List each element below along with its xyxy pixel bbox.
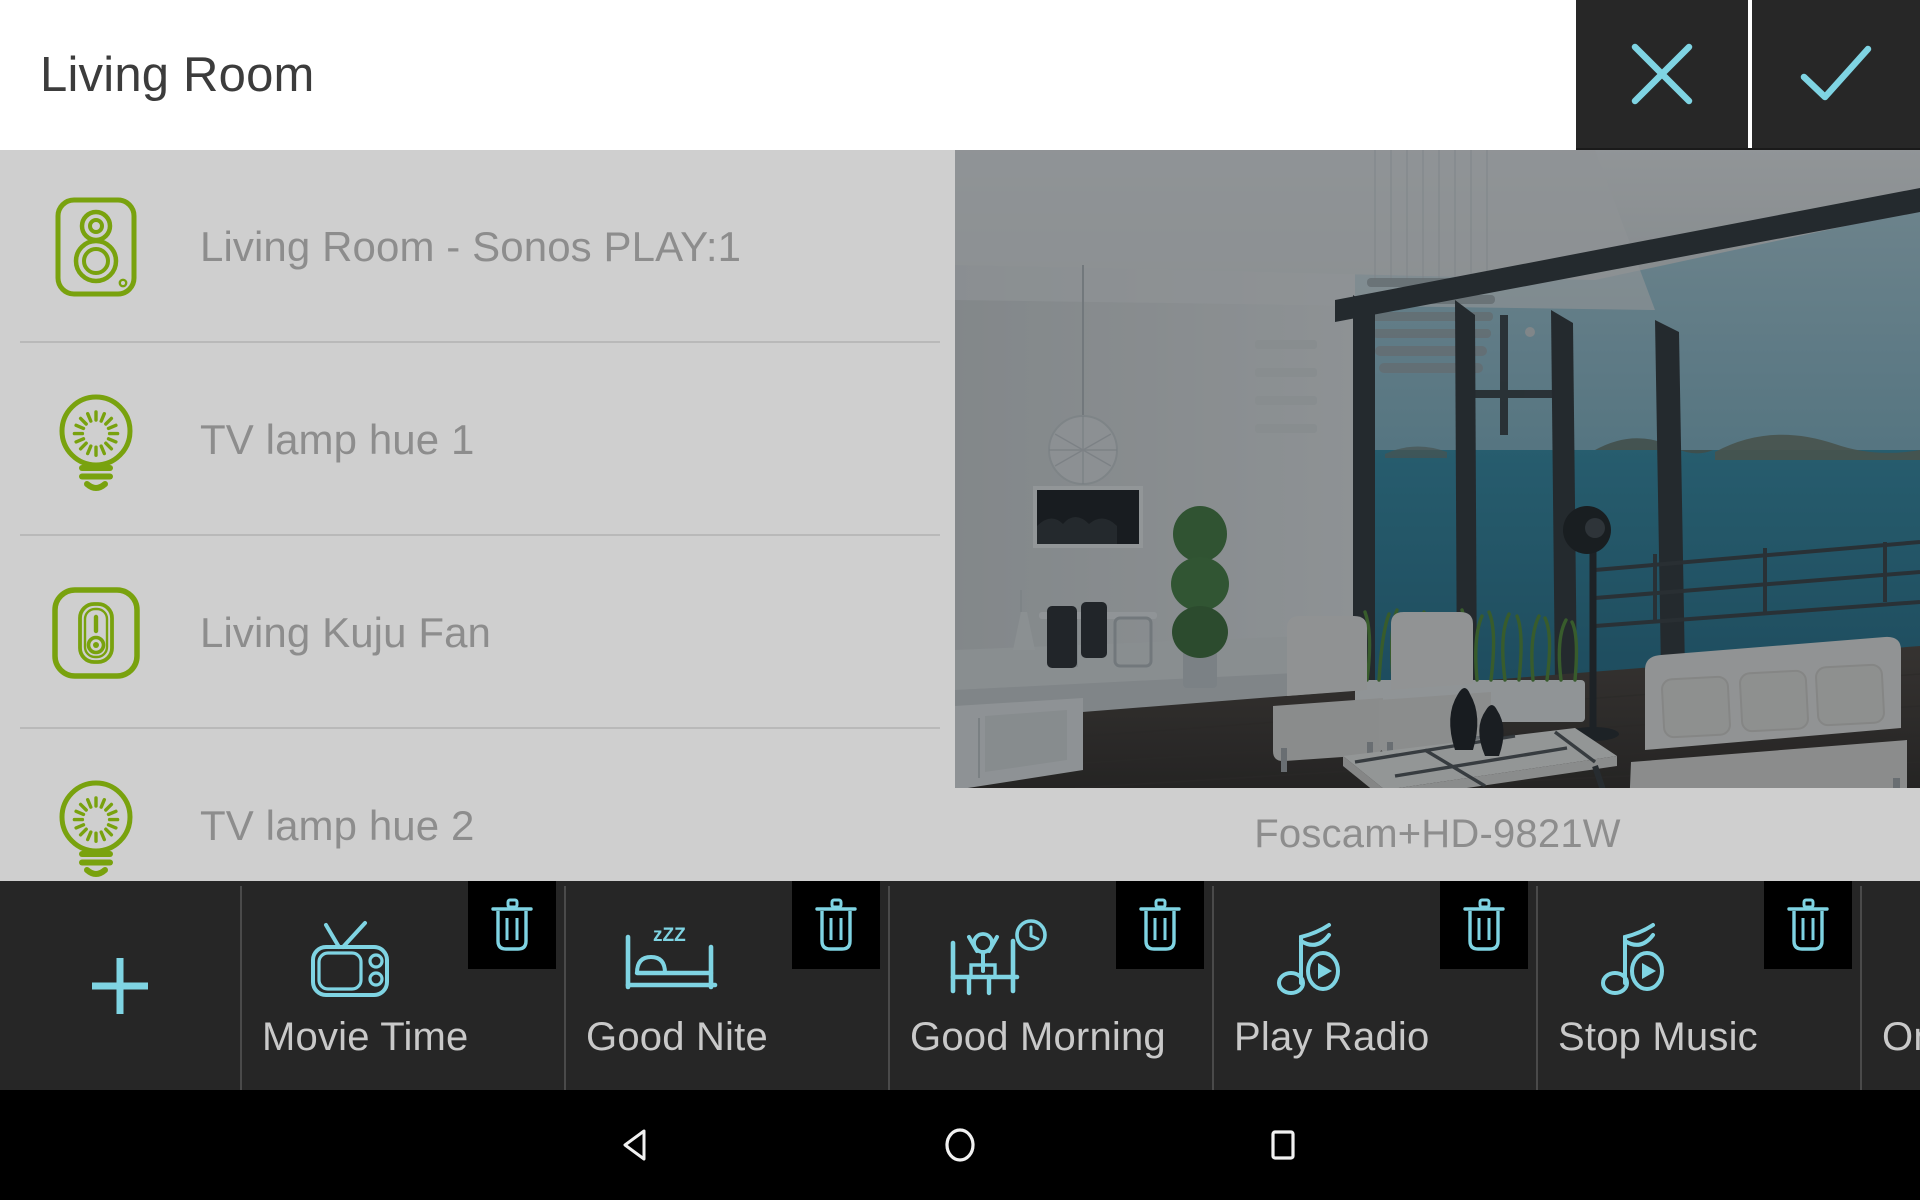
- svg-text:zZZ: zZZ: [653, 925, 686, 946]
- trash-icon: [811, 897, 861, 953]
- device-label: Living Kuju Fan: [200, 608, 492, 656]
- clapperboard-icon: [1870, 915, 1920, 1001]
- device-label: TV lamp hue 1: [200, 415, 475, 463]
- delete-scene-button[interactable]: [1116, 881, 1204, 969]
- music-play-icon: [1536, 915, 1754, 1001]
- back-triangle-icon: [615, 1123, 659, 1167]
- scene-label: Good Nite: [586, 1015, 768, 1059]
- nav-recents-button[interactable]: [1213, 1090, 1353, 1200]
- header-bar: Living Room: [0, 0, 1920, 151]
- camera-image[interactable]: [955, 150, 1920, 788]
- lightbulb-icon: [48, 388, 144, 492]
- home-circle-icon: [938, 1123, 982, 1167]
- page-title: Living Room: [40, 48, 315, 102]
- switch-icon: [48, 581, 144, 685]
- android-navigation-bar: [0, 1090, 1920, 1200]
- music-play-icon: [1212, 915, 1430, 1001]
- camera-preview[interactable]: Foscam+HD-9821W: [955, 150, 1920, 881]
- content-panel: Living Room - Sonos PLAY:1 TV lamp hue 1…: [0, 150, 1920, 881]
- scene-label: Stop Music: [1558, 1015, 1758, 1059]
- scene-label: Good Morning: [910, 1015, 1166, 1059]
- camera-scene-graphic: [955, 150, 1920, 788]
- scene-label: On: [1882, 1015, 1920, 1059]
- device-label: TV lamp hue 2: [200, 801, 475, 849]
- television-icon: [240, 915, 458, 1001]
- lightbulb-icon: [48, 774, 144, 878]
- delete-scene-button[interactable]: [1440, 881, 1528, 969]
- device-label: Living Room - Sonos PLAY:1: [200, 222, 742, 270]
- wake-up-icon: [888, 915, 1106, 1001]
- device-row[interactable]: Living Room - Sonos PLAY:1: [0, 150, 955, 343]
- device-row[interactable]: TV lamp hue 1: [0, 343, 955, 536]
- close-button[interactable]: [1576, 0, 1748, 148]
- scene-label: Play Radio: [1234, 1015, 1430, 1059]
- delete-scene-button[interactable]: [468, 881, 556, 969]
- device-list: Living Room - Sonos PLAY:1 TV lamp hue 1…: [0, 150, 955, 881]
- speaker-icon: [48, 195, 144, 299]
- scene-label: Movie Time: [262, 1015, 469, 1059]
- trash-icon: [1783, 897, 1833, 953]
- trash-icon: [1135, 897, 1185, 953]
- check-icon: [1794, 37, 1878, 111]
- recents-square-icon: [1261, 1123, 1305, 1167]
- camera-caption: Foscam+HD-9821W: [1254, 812, 1621, 856]
- scene-bar: Movie Time zZZ Good Nite Good Morning Pl…: [0, 881, 1920, 1090]
- nav-home-button[interactable]: [890, 1090, 1030, 1200]
- device-row[interactable]: Living Kuju Fan: [0, 536, 955, 729]
- delete-scene-button[interactable]: [792, 881, 880, 969]
- bed-sleep-icon: zZZ: [564, 915, 782, 1001]
- plus-icon: [80, 946, 160, 1026]
- trash-icon: [1459, 897, 1509, 953]
- confirm-button[interactable]: [1752, 0, 1920, 148]
- add-scene-button[interactable]: [0, 881, 240, 1090]
- close-icon: [1625, 37, 1699, 111]
- app-root: Living Room Living Room - Sonos PLAY:1 T…: [0, 0, 1920, 1200]
- delete-scene-button[interactable]: [1764, 881, 1852, 969]
- nav-back-button[interactable]: [567, 1090, 707, 1200]
- trash-icon: [487, 897, 537, 953]
- scene-item-on[interactable]: On: [1860, 881, 1920, 1090]
